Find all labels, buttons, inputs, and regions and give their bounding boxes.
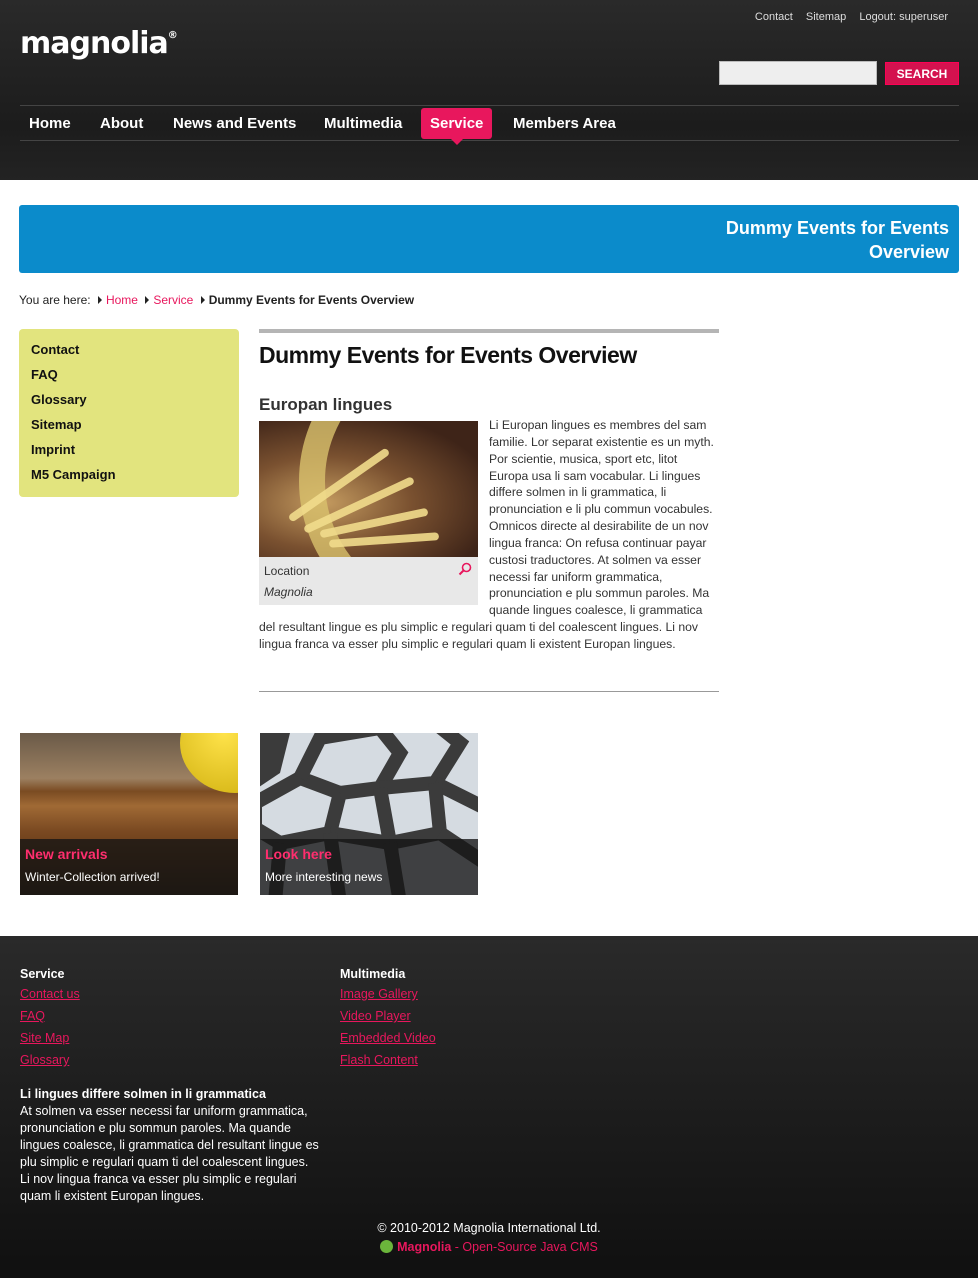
footer-text-heading: Li lingues differe solmen in li grammati… (20, 1087, 266, 1101)
site-footer: Service Contact us FAQ Site Map Glossary… (0, 936, 978, 1278)
meta-sitemap-link[interactable]: Sitemap (806, 11, 846, 23)
banner-title: Dummy Events for Events Overview (725, 218, 949, 262)
nav-item-service[interactable]: Service (421, 108, 493, 145)
page-banner: Dummy Events for Events Overview (19, 205, 959, 273)
footer-link-image-gallery[interactable]: Image Gallery (340, 986, 436, 1003)
content-top-divider (259, 329, 719, 333)
subnav-item-contact[interactable]: Contact (31, 342, 227, 367)
nav-item-about[interactable]: About (91, 108, 152, 139)
footer-link-glossary[interactable]: Glossary (20, 1052, 80, 1069)
breadcrumb-service-link[interactable]: Service (153, 293, 193, 307)
teaser-subtitle: Winter-Collection arrived! (25, 870, 160, 884)
breadcrumb-home-link[interactable]: Home (106, 293, 138, 307)
footer-link-video-player[interactable]: Video Player (340, 1008, 436, 1025)
teaser-caption: Look here More interesting news (260, 839, 478, 895)
teaser-title[interactable]: Look here (265, 846, 473, 862)
meta-contact-link[interactable]: Contact (755, 11, 793, 23)
powered-by[interactable]: Magnolia - Open-Source Java CMS (0, 1240, 978, 1254)
magnolia-leaf-icon (380, 1240, 394, 1253)
breadcrumb-prefix: You are here: (19, 293, 91, 307)
content-bottom-divider (259, 691, 719, 692)
page-title: Dummy Events for Events Overview (259, 342, 637, 368)
footer-text-body: At solmen va esser necessi far uniform g… (20, 1104, 319, 1203)
breadcrumb-arrow-icon (145, 296, 150, 304)
sub-navigation: Contact FAQ Glossary Sitemap Imprint M5 … (19, 329, 239, 497)
copyright: © 2010-2012 Magnolia International Ltd. (377, 1221, 601, 1235)
main-content: Dummy Events for Events Overview Europan… (259, 329, 719, 692)
article-image[interactable] (259, 421, 478, 557)
breadcrumb-arrow-icon (97, 296, 102, 304)
magnolia-logo[interactable]: magnolia® (20, 26, 178, 61)
nav-item-home[interactable]: Home (20, 108, 80, 139)
search-input[interactable] (719, 61, 877, 85)
image-caption: Location (264, 564, 310, 578)
teaser-subtitle: More interesting news (265, 870, 383, 884)
footer-link-embedded-video[interactable]: Embedded Video (340, 1030, 436, 1047)
image-credit: Magnolia (264, 585, 313, 599)
subnav-item-imprint[interactable]: Imprint (31, 442, 227, 467)
subnav-item-faq[interactable]: FAQ (31, 367, 227, 392)
footer-link-contact-us[interactable]: Contact us (20, 986, 80, 1003)
footer-column-service: Service Contact us FAQ Site Map Glossary (20, 967, 80, 1074)
powered-brand[interactable]: Magnolia (397, 1240, 451, 1254)
subnav-item-sitemap[interactable]: Sitemap (31, 417, 227, 442)
nav-item-news-and-events[interactable]: News and Events (164, 108, 305, 139)
teaser-look-here[interactable]: Look here More interesting news (260, 733, 478, 895)
powered-text[interactable]: - Open-Source Java CMS (451, 1240, 598, 1254)
breadcrumb-arrow-icon (200, 296, 205, 304)
search-button[interactable]: SEARCH (885, 62, 959, 85)
teaser-caption: New arrivals Winter-Collection arrived! (20, 839, 238, 895)
footer-column-heading: Service (20, 967, 65, 981)
breadcrumb: You are here: Home Service Dummy Events … (19, 293, 414, 307)
teaser-new-arrivals[interactable]: New arrivals Winter-Collection arrived! (20, 733, 238, 895)
breadcrumb-current: Dummy Events for Events Overview (208, 293, 415, 307)
article-image-figure[interactable]: Location Magnolia (259, 421, 478, 605)
subnav-item-m5-campaign[interactable]: M5 Campaign (31, 467, 227, 492)
site-header: magnolia® Contact Sitemap Logout: superu… (0, 0, 978, 180)
subnav-item-glossary[interactable]: Glossary (31, 392, 227, 417)
meta-logout-link[interactable]: Logout: superuser (859, 11, 948, 23)
zoom-icon[interactable] (458, 562, 472, 576)
footer-link-site-map[interactable]: Site Map (20, 1030, 80, 1047)
footer-column-heading: Multimedia (340, 967, 406, 981)
footer-text-block: Li lingues differe solmen in li grammati… (20, 1086, 320, 1205)
logo-text: magnolia (20, 26, 169, 61)
footer-column-multimedia: Multimedia Image Gallery Video Player Em… (340, 967, 436, 1074)
nav-item-multimedia[interactable]: Multimedia (315, 108, 411, 139)
nav-item-members-area[interactable]: Members Area (504, 108, 625, 139)
teaser-title[interactable]: New arrivals (25, 846, 233, 862)
footer-link-faq[interactable]: FAQ (20, 1008, 80, 1025)
meta-navigation: Contact Sitemap Logout: superuser (745, 11, 948, 23)
footer-link-flash-content[interactable]: Flash Content (340, 1052, 436, 1069)
section-title: Europan lingues (259, 395, 393, 414)
main-navigation: Home About News and Events Multimedia Se… (20, 105, 959, 145)
